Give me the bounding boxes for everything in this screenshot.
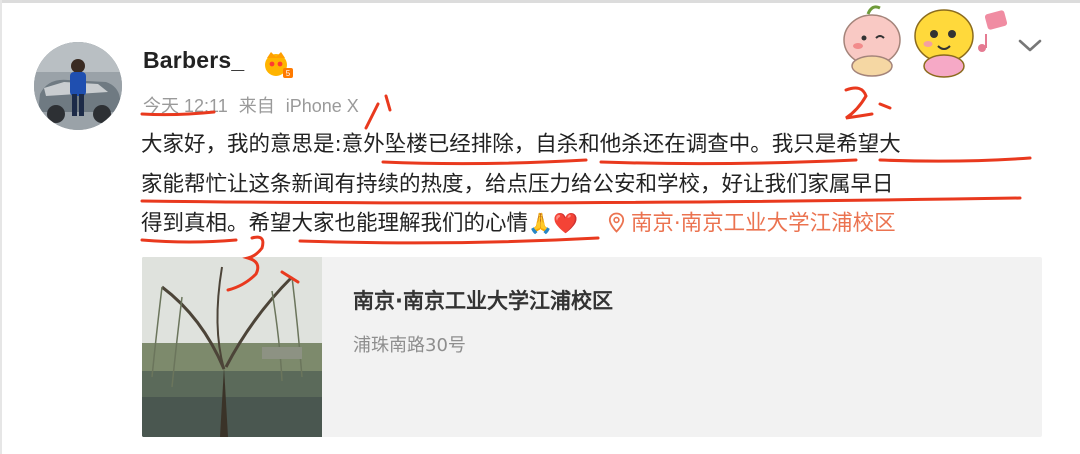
- post-segment: 家能帮忙让这条新闻有持续的热度，给点压力给公安和学校，好让我们家属早日: [141, 171, 894, 197]
- location-tag-link[interactable]: 南京·南京工业大学江浦校区: [608, 211, 896, 236]
- peach-sticker: [843, 5, 901, 77]
- heart-emoji: ❤️: [552, 211, 578, 235]
- username[interactable]: Barbers_: [143, 47, 244, 74]
- post-text: 大家好，我的意思是:意外坠楼已经排除，自杀和他杀还在调查中。我只是希望大家能帮忙…: [141, 125, 1041, 244]
- post-segment: 意外坠楼已经排除，: [341, 132, 536, 157]
- left-border: [0, 0, 2, 454]
- location-card-title: 南京·南京工业大学江浦校区: [353, 289, 613, 313]
- post-segment: 大家好，我的意思是:: [141, 132, 342, 157]
- pray-emoji: 🙏: [528, 211, 553, 235]
- vip-crown-icon[interactable]: 5: [262, 48, 294, 80]
- location-pin-icon: [608, 212, 624, 233]
- location-tag-text: 南京·南京工业大学江浦校区: [630, 211, 896, 236]
- post-segment: 希望大家也能理解我们的心情: [248, 211, 529, 236]
- avatar[interactable]: [34, 42, 122, 130]
- post-segment: 自杀和他杀还在调查中。: [535, 132, 772, 157]
- mark-2-stroke: [844, 86, 892, 120]
- mark-1-stroke: [364, 94, 392, 130]
- svg-text:5: 5: [286, 69, 291, 78]
- sticker-decoration: [843, 5, 1008, 78]
- post-segment: 我只是希望大: [771, 132, 901, 157]
- location-thumbnail: [142, 257, 322, 437]
- location-card-address: 浦珠南路30号: [353, 335, 466, 356]
- source-prefix: 来自: [238, 96, 275, 116]
- music-note-icon: [978, 10, 1008, 52]
- source-device: iPhone X: [285, 96, 359, 116]
- post-segment: 得到真相。: [141, 211, 249, 236]
- smiley-sticker: [914, 9, 974, 78]
- post-meta: 今天 12:11 来自 iPhone X: [143, 92, 359, 118]
- location-card[interactable]: 南京·南京工业大学江浦校区 浦珠南路30号: [142, 257, 1042, 437]
- post-time[interactable]: 今天 12:11: [143, 96, 228, 116]
